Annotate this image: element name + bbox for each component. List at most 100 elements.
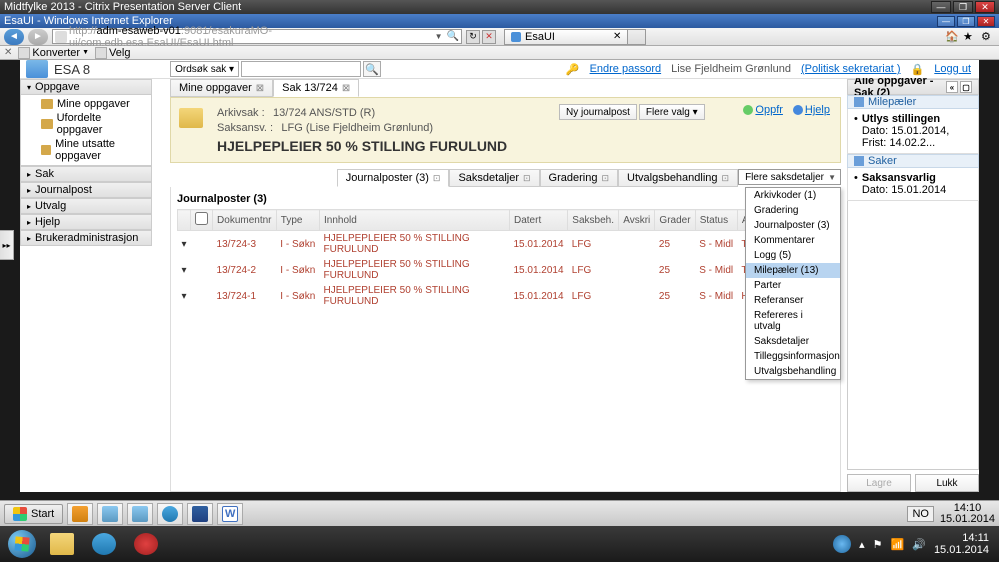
- col-innhold[interactable]: Innhold: [319, 210, 509, 231]
- home-icon[interactable]: 🏠: [945, 30, 959, 44]
- address-bar[interactable]: http://adm-esaweb-v01:9081/esakuraMO-ui/…: [52, 29, 462, 44]
- col-datert[interactable]: Datert: [509, 210, 567, 231]
- change-password-link[interactable]: Endre passord: [590, 63, 662, 75]
- politisk-link[interactable]: (Politisk sekretariat ): [801, 63, 901, 75]
- col-saksbeh[interactable]: Saksbeh.: [568, 210, 619, 231]
- citrix-close-button[interactable]: ✕: [975, 1, 995, 13]
- dropdown-item-refereres[interactable]: Refereres i utvalg: [746, 308, 840, 334]
- col-dokumentnr[interactable]: Dokumentnr: [213, 210, 277, 231]
- forward-button[interactable]: ►: [28, 29, 48, 45]
- col-checkbox[interactable]: [191, 210, 213, 231]
- ny-journalpost-button[interactable]: Ny journalpost: [559, 104, 637, 120]
- subtab-journalposter[interactable]: Journalposter (3) ⊡: [337, 169, 450, 187]
- taskbar-icon-word[interactable]: W: [217, 503, 243, 525]
- stop-button[interactable]: ✕: [482, 30, 496, 44]
- col-avskri[interactable]: Avskri: [619, 210, 655, 231]
- sidebar-item-mine-oppgaver[interactable]: Mine oppgaver: [21, 97, 151, 111]
- expand-icon[interactable]: ▾: [178, 231, 191, 258]
- tab-close-button[interactable]: ✕: [613, 31, 621, 42]
- sidebar-section-oppgave[interactable]: ▾ Oppgave: [20, 79, 152, 95]
- pin-icon[interactable]: ⊡: [523, 173, 531, 184]
- select-all-checkbox[interactable]: [195, 212, 208, 225]
- dropdown-item-gradering[interactable]: Gradering: [746, 203, 840, 218]
- citrix-maximize-button[interactable]: ❐: [953, 1, 973, 13]
- toolbar-close-button[interactable]: ✕: [4, 47, 12, 58]
- oppfr-link[interactable]: Oppfr: [755, 104, 783, 116]
- inner-start-button[interactable]: Start: [4, 504, 63, 524]
- col-status[interactable]: Status: [695, 210, 737, 231]
- dropdown-item-journalposter[interactable]: Journalposter (3): [746, 218, 840, 233]
- citrix-minimize-button[interactable]: —: [931, 1, 951, 13]
- lagre-button[interactable]: Lagre: [847, 474, 911, 492]
- ie-minimize-button[interactable]: —: [937, 16, 955, 27]
- sidebar-section-utvalg[interactable]: ▸ Utvalg: [20, 198, 152, 214]
- flere-valg-button[interactable]: Flere valg ▾: [639, 104, 705, 120]
- taskbar-icon-citrix[interactable]: [126, 529, 166, 559]
- lukk-button[interactable]: Lukk: [915, 474, 979, 492]
- favorites-icon[interactable]: ★: [963, 30, 977, 44]
- table-row[interactable]: ▾13/724-2I - SøknHJELPEPLEIER 50 % STILL…: [178, 257, 834, 283]
- search-button[interactable]: 🔍: [363, 61, 381, 77]
- pin-icon[interactable]: ⊡: [433, 173, 441, 184]
- search-input[interactable]: [241, 61, 361, 77]
- section-saker[interactable]: Saker: [847, 154, 979, 168]
- sidebar-section-journalpost[interactable]: ▸ Journalpost: [20, 182, 152, 198]
- start-button[interactable]: [4, 526, 40, 562]
- tab-close-icon[interactable]: ⊠: [256, 83, 264, 94]
- taskbar-icon-ie[interactable]: [157, 503, 183, 525]
- tab-sak[interactable]: Sak 13/724 ⊠: [273, 79, 359, 97]
- ie-maximize-button[interactable]: ❐: [957, 16, 975, 27]
- sidebar-section-sak[interactable]: ▸ Sak: [20, 166, 152, 182]
- flere-saksdetaljer-select[interactable]: Flere saksdetaljer: [738, 169, 841, 185]
- tools-icon[interactable]: ⚙: [981, 30, 995, 44]
- taskbar-icon-explorer[interactable]: [97, 503, 123, 525]
- ie-close-button[interactable]: ✕: [977, 16, 995, 27]
- taskbar-icon-outlook[interactable]: [67, 503, 93, 525]
- dropdown-item-kommentarer[interactable]: Kommentarer: [746, 233, 840, 248]
- konverter-button[interactable]: Konverter ▼: [18, 47, 89, 59]
- tray-arrow-icon[interactable]: ▴: [859, 538, 865, 551]
- taskbar-icon-explorer[interactable]: [42, 529, 82, 559]
- pin-icon[interactable]: ⊡: [722, 173, 730, 184]
- refresh-button[interactable]: ↻: [466, 30, 480, 44]
- dropdown-item-arkivkoder[interactable]: Arkivkoder (1): [746, 188, 840, 203]
- panel-close-button[interactable]: ▢: [960, 81, 972, 93]
- table-row[interactable]: ▾13/724-1I - SøknHJELPEPLEIER 50 % STILL…: [178, 283, 834, 309]
- sidebar-item-utsatte[interactable]: Mine utsatte oppgaver: [21, 137, 151, 163]
- section-milepaeler[interactable]: Milepæler: [847, 95, 979, 109]
- dropdown-item-saksdetaljer[interactable]: Saksdetaljer: [746, 334, 840, 349]
- dropdown-item-logg[interactable]: Logg (5): [746, 248, 840, 263]
- task-item[interactable]: • Saksansvarlig Dato: 15.01.2014: [847, 168, 979, 201]
- tab-mine-oppgaver[interactable]: Mine oppgaver ⊠: [170, 79, 273, 97]
- dropdown-item-parter[interactable]: Parter: [746, 278, 840, 293]
- back-button[interactable]: ◄: [4, 29, 24, 45]
- panel-prev-button[interactable]: «: [946, 81, 958, 93]
- subtab-gradering[interactable]: Gradering ⊡: [540, 169, 618, 187]
- dropdown-item-referanser[interactable]: Referanser: [746, 293, 840, 308]
- table-row[interactable]: ▾13/724-3I - SøknHJELPEPLEIER 50 % STILL…: [178, 231, 834, 258]
- taskbar-icon-explorer2[interactable]: [127, 503, 153, 525]
- language-indicator[interactable]: NO: [907, 506, 934, 522]
- dropdown-item-milepaeler[interactable]: Milepæler (13): [746, 263, 840, 278]
- sidebar-collapse-handle[interactable]: ▸▸: [0, 230, 14, 260]
- network-icon[interactable]: 📶: [891, 538, 905, 551]
- inner-clock[interactable]: 14:10 15.01.2014: [940, 503, 995, 525]
- pin-icon[interactable]: ⊡: [601, 173, 609, 184]
- velg-button[interactable]: Velg: [95, 47, 130, 59]
- sidebar-section-brukeradmin[interactable]: ▸ Brukeradministrasjon: [20, 230, 152, 246]
- task-item[interactable]: • Utlys stillingen Dato: 15.01.2014, Fri…: [847, 109, 979, 154]
- hjelp-link[interactable]: Hjelp: [805, 104, 830, 116]
- sidebar-section-hjelp[interactable]: ▸ Hjelp: [20, 214, 152, 230]
- action-center-icon[interactable]: [833, 535, 851, 553]
- volume-icon[interactable]: 🔊: [912, 538, 926, 551]
- subtab-utvalgsbehandling[interactable]: Utvalgsbehandling ⊡: [618, 169, 738, 187]
- subtab-saksdetaljer[interactable]: Saksdetaljer ⊡: [449, 169, 539, 187]
- expand-icon[interactable]: ▾: [178, 257, 191, 283]
- logout-link[interactable]: Logg ut: [934, 63, 971, 75]
- sidebar-item-ufordelte[interactable]: Ufordelte oppgaver: [21, 111, 151, 137]
- search-type-select[interactable]: Ordsøk sak ▾: [170, 61, 239, 77]
- taskbar-icon-ie[interactable]: [84, 529, 124, 559]
- tab-close-icon[interactable]: ⊠: [342, 83, 350, 94]
- col-type[interactable]: Type: [276, 210, 319, 231]
- new-tab-button[interactable]: [628, 29, 646, 45]
